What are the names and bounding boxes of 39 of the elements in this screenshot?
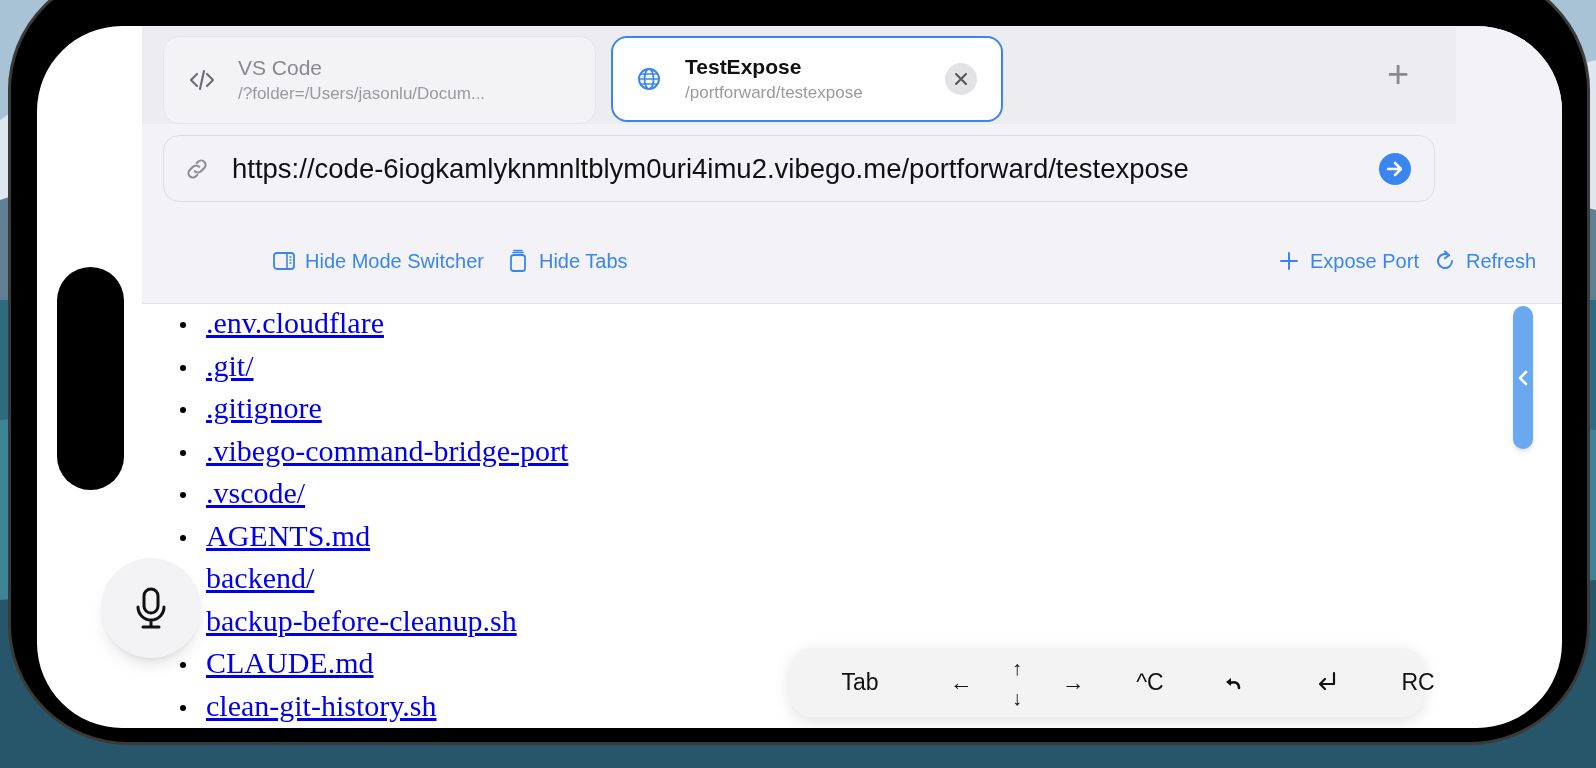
file-link[interactable]: CLAUDE.md [206, 647, 374, 680]
file-link[interactable]: .git/ [206, 349, 254, 382]
go-icon[interactable] [1378, 151, 1412, 186]
file-link[interactable]: clean-git-history.sh [206, 689, 437, 722]
close-icon [954, 72, 968, 86]
bullet [180, 322, 186, 329]
key-button[interactable]: ^C [1120, 648, 1180, 717]
tab-subtitle: /?folder=/Users/jasonlu/Docum... [238, 83, 487, 105]
address-bar[interactable]: https://code-6iogkamlyknmnltblym0uri4imu2.vibego.me/portforward/testexpose [163, 135, 1435, 202]
globe-icon [635, 66, 663, 92]
key-button[interactable]: RC [1388, 648, 1448, 717]
sidebar-icon [272, 249, 296, 273]
bullet [180, 492, 186, 499]
file-link[interactable]: AGENTS.md [206, 519, 371, 552]
tab-title: TestExpose [685, 54, 803, 80]
file-link[interactable]: .vscode/ [206, 477, 306, 510]
code-icon [188, 67, 216, 93]
tab-subtitle: /portforward/testexpose [685, 82, 864, 104]
file-link[interactable]: .gitignore [206, 392, 322, 425]
bullet [180, 534, 186, 541]
bullet [180, 662, 186, 669]
microphone-icon [134, 587, 168, 629]
browser-tab[interactable]: TestExpose /portforward/testexpose [611, 36, 1003, 122]
close-tab-button[interactable] [945, 63, 977, 95]
url-field[interactable]: https://code-6iogkamlyknmnltblym0uri4imu2.vibego.me/portforward/testexpose [232, 147, 1378, 190]
key-button[interactable]: Tab [830, 648, 890, 717]
bullet [180, 449, 186, 456]
side-panel-handle[interactable] [1513, 306, 1533, 449]
chevron-left-icon [1518, 369, 1528, 386]
file-link[interactable]: backend/ [206, 562, 315, 595]
bullet [180, 704, 186, 711]
file-link[interactable]: .vibego-command-bridge-port [206, 434, 569, 467]
plus-icon [1277, 249, 1301, 273]
file-link[interactable]: .env.cloudflare [206, 307, 384, 340]
bullet [180, 407, 186, 414]
file-link[interactable]: backup-before-cleanup.sh [206, 604, 517, 637]
bullet [180, 364, 186, 371]
tab-title: VS Code [238, 55, 324, 81]
undo-icon [1224, 675, 1242, 690]
